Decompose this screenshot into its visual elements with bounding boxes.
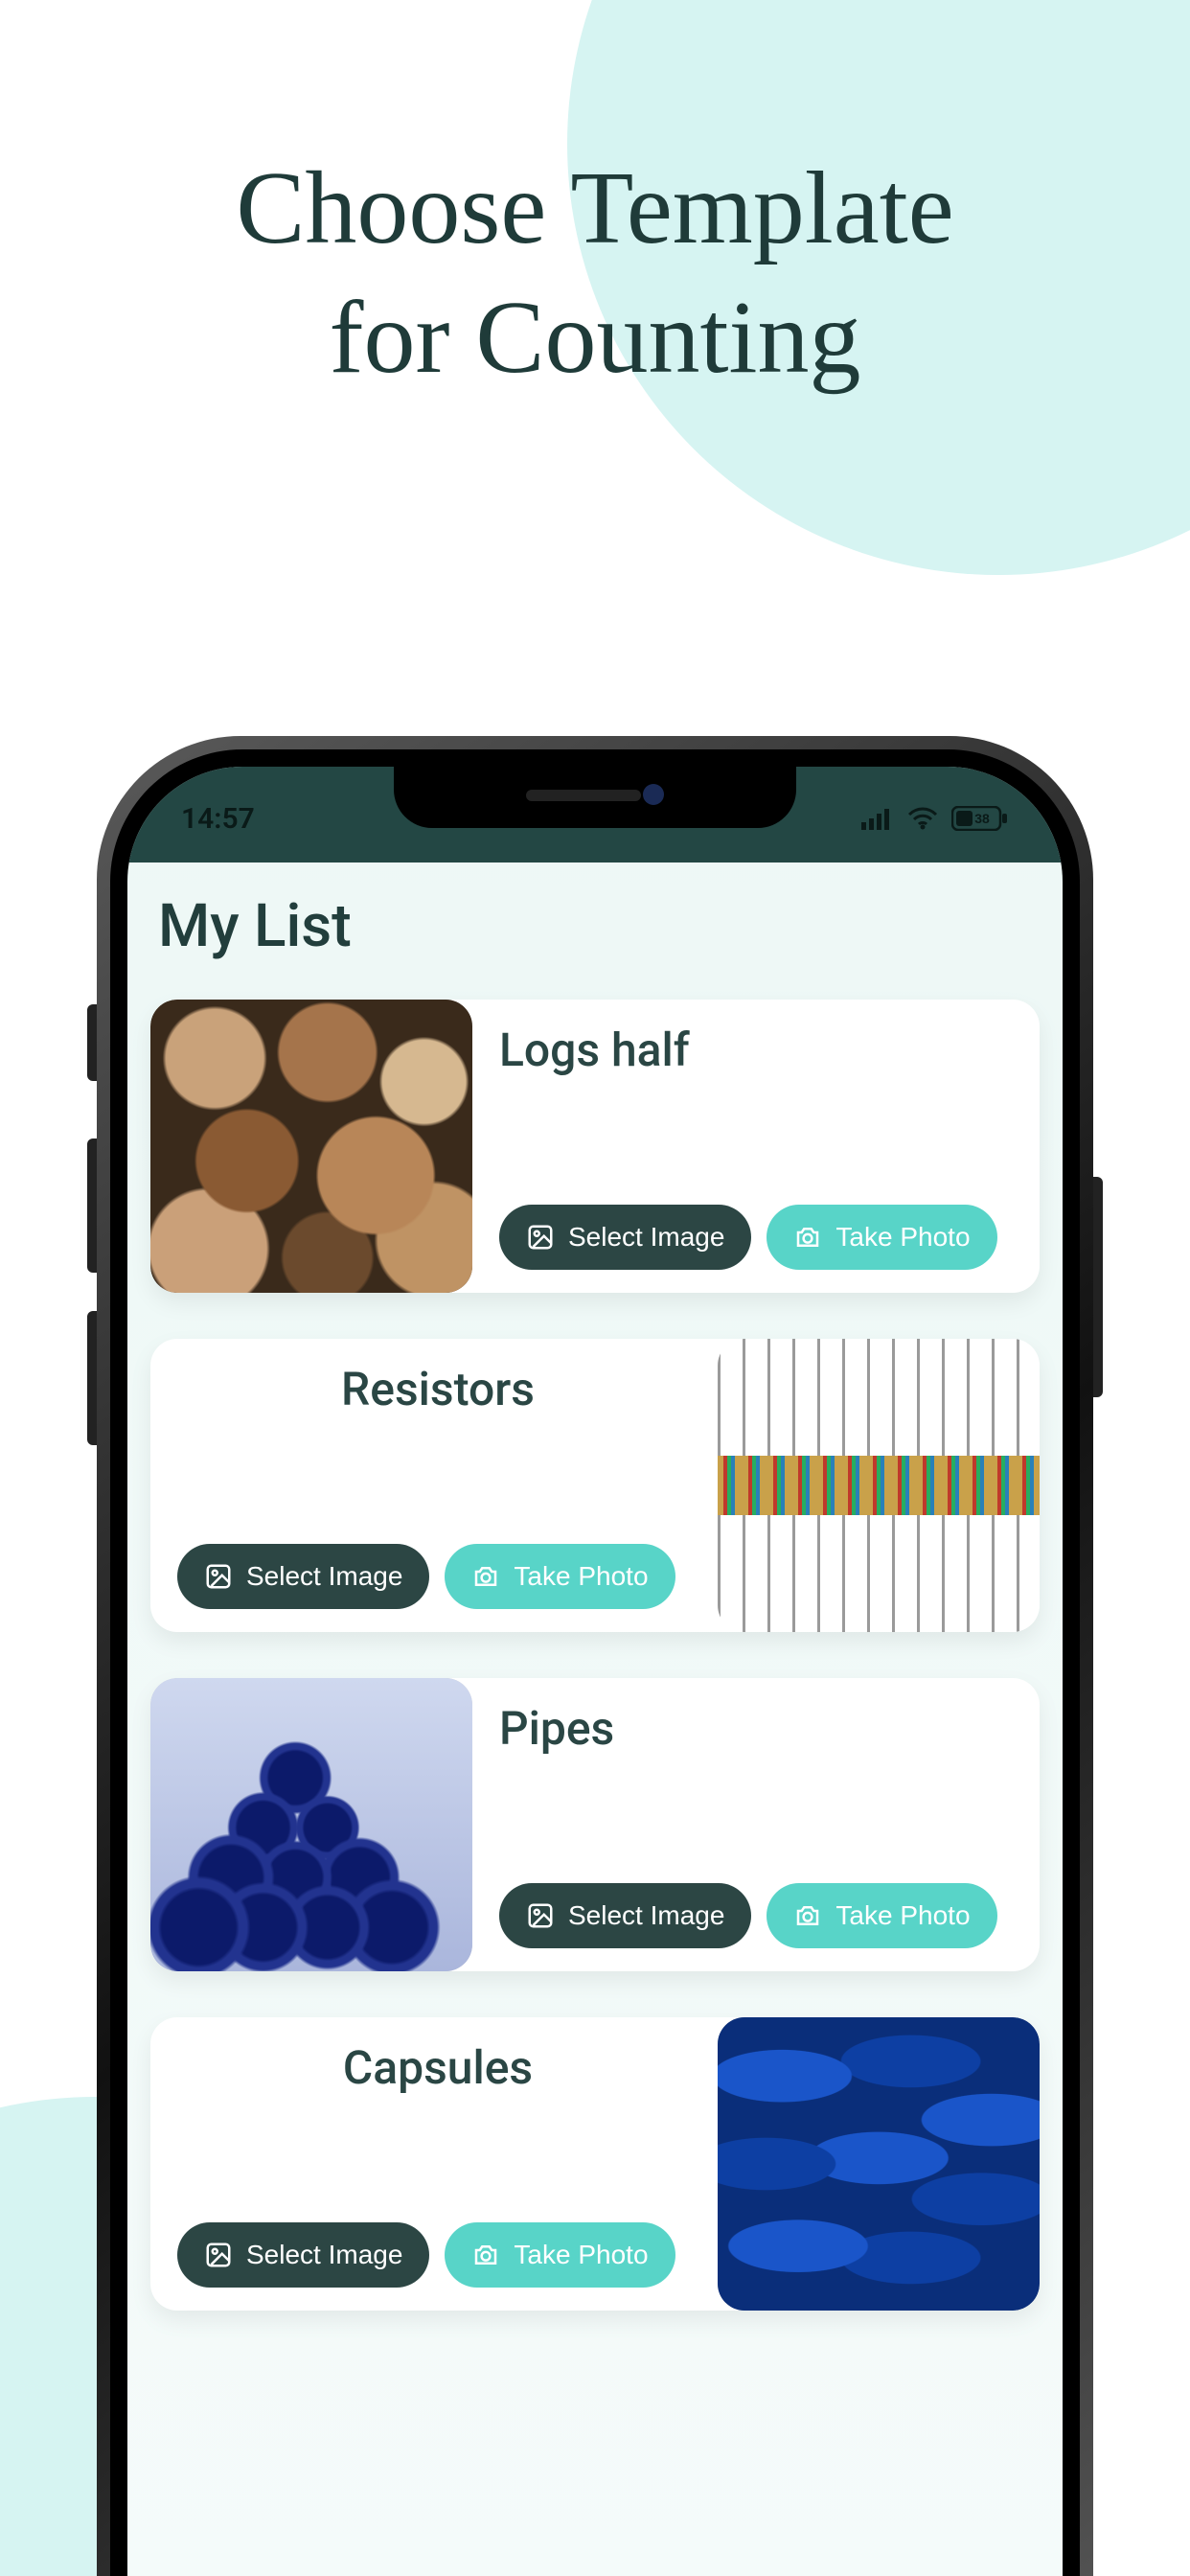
take-photo-button[interactable]: Take Photo <box>767 1883 996 1948</box>
phone-side-button <box>87 1004 97 1081</box>
wifi-icon <box>907 807 938 830</box>
camera-icon <box>793 1223 822 1252</box>
select-image-label: Select Image <box>246 1561 402 1592</box>
phone-notch <box>394 767 796 828</box>
battery-percent: 38 <box>974 811 990 826</box>
template-thumbnail <box>718 1339 1040 1632</box>
template-thumbnail <box>150 1678 472 1971</box>
template-card[interactable]: Pipes Select Image Take Photo <box>150 1678 1040 1971</box>
select-image-button[interactable]: Select Image <box>177 1544 429 1609</box>
promo-headline: Choose Template for Counting <box>0 0 1190 402</box>
template-card[interactable]: Capsules Select Image Take Photo <box>150 2017 1040 2311</box>
phone-side-button <box>87 1311 97 1445</box>
app-content: My List Logs half Select Image <box>127 862 1063 2576</box>
template-title: Capsules <box>177 2040 698 2095</box>
take-photo-button[interactable]: Take Photo <box>445 1544 675 1609</box>
phone-side-button <box>87 1138 97 1273</box>
select-image-label: Select Image <box>246 2240 402 2270</box>
image-icon <box>204 2241 233 2269</box>
take-photo-button[interactable]: Take Photo <box>445 2222 675 2288</box>
camera-icon <box>471 2241 500 2269</box>
template-card[interactable]: Resistors Select Image Take Photo <box>150 1339 1040 1632</box>
page-title: My List <box>158 891 1040 961</box>
phone-screen: 14:57 38 My List <box>127 767 1063 2576</box>
phone-frame: 14:57 38 My List <box>97 736 1093 2576</box>
select-image-button[interactable]: Select Image <box>499 1205 751 1270</box>
statusbar-time: 14:57 <box>181 802 255 836</box>
select-image-button[interactable]: Select Image <box>499 1883 751 1948</box>
camera-icon <box>793 1901 822 1930</box>
template-title: Pipes <box>499 1701 1020 1756</box>
take-photo-label: Take Photo <box>835 1222 970 1253</box>
select-image-label: Select Image <box>568 1900 724 1931</box>
status-right: 38 <box>861 806 1009 831</box>
template-card[interactable]: Logs half Select Image Take Photo <box>150 1000 1040 1293</box>
take-photo-label: Take Photo <box>835 1900 970 1931</box>
take-photo-label: Take Photo <box>514 2240 648 2270</box>
image-icon <box>526 1901 555 1930</box>
image-icon <box>526 1223 555 1252</box>
select-image-label: Select Image <box>568 1222 724 1253</box>
image-icon <box>204 1562 233 1591</box>
battery-icon: 38 <box>951 806 1009 831</box>
template-title: Logs half <box>499 1023 1020 1077</box>
take-photo-button[interactable]: Take Photo <box>767 1205 996 1270</box>
template-thumbnail <box>718 2017 1040 2311</box>
select-image-button[interactable]: Select Image <box>177 2222 429 2288</box>
template-title: Resistors <box>177 1362 698 1416</box>
camera-icon <box>471 1562 500 1591</box>
template-thumbnail <box>150 1000 472 1293</box>
headline-line2: for Counting <box>330 281 861 395</box>
phone-side-button <box>1093 1177 1103 1397</box>
signal-icon <box>861 807 894 830</box>
headline-line1: Choose Template <box>236 151 953 265</box>
take-photo-label: Take Photo <box>514 1561 648 1592</box>
